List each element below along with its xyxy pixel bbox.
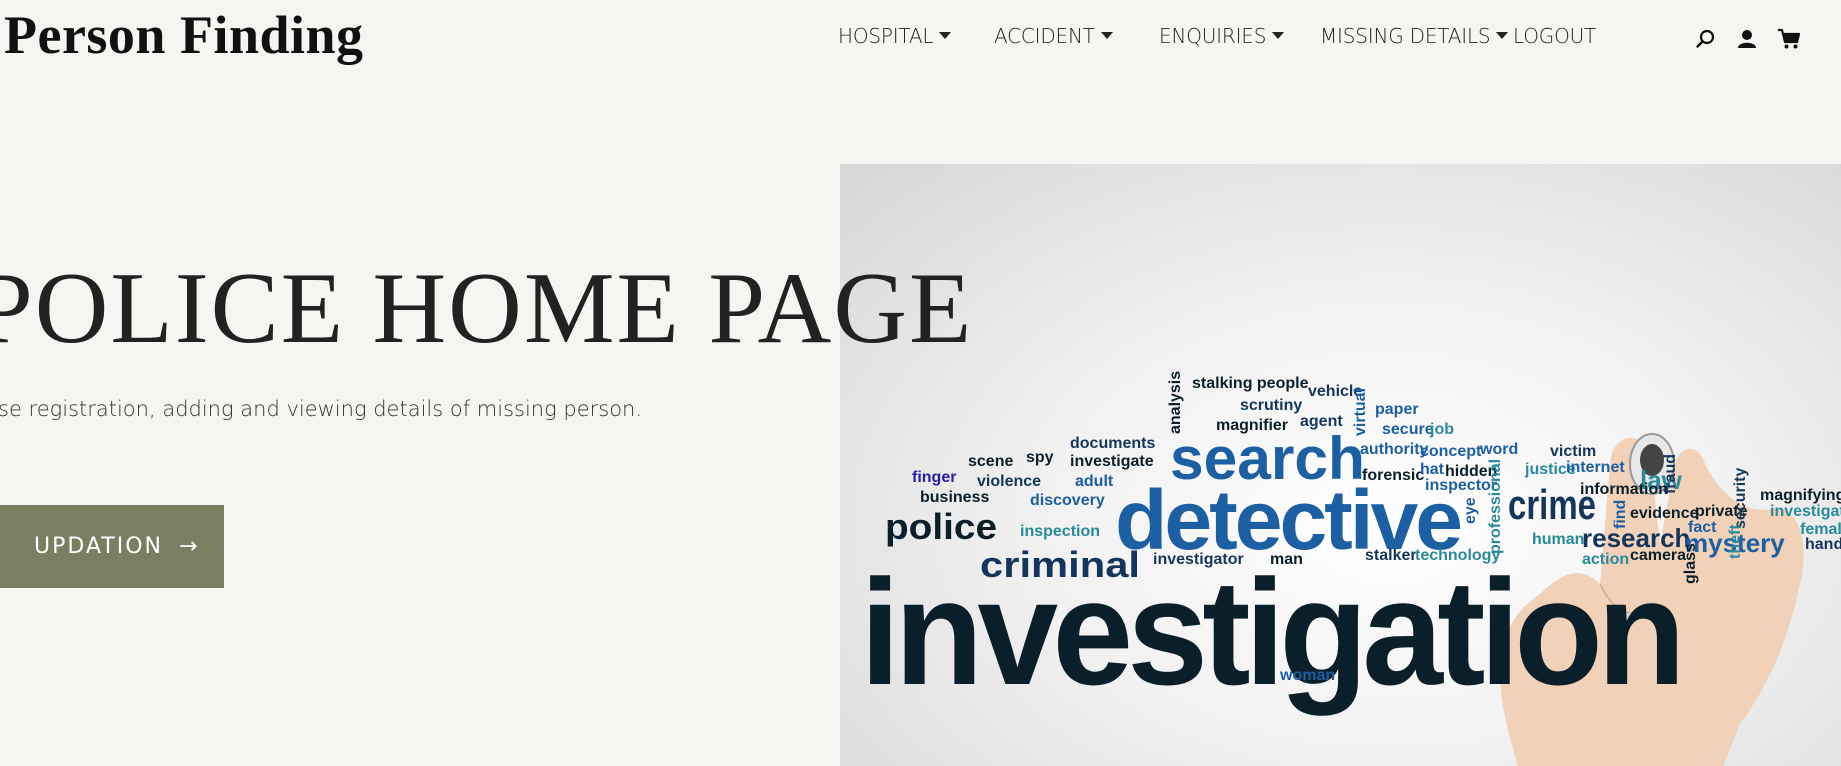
caret-down-icon [1496,31,1509,39]
svg-text:professional: professional [1487,459,1504,554]
svg-text:woman: woman [1279,667,1335,684]
svg-text:magnifier: magnifier [1216,417,1288,434]
search-icon[interactable] [1693,26,1719,52]
svg-text:word: word [1479,441,1518,458]
nav-enquiries-label: ENQUIRIES [1159,24,1267,48]
svg-text:human: human [1532,531,1584,548]
svg-text:documents: documents [1070,435,1155,452]
svg-text:finger: finger [912,469,956,486]
svg-text:criminal: criminal [980,544,1140,585]
svg-text:scene: scene [968,453,1013,470]
svg-text:discovery: discovery [1030,492,1105,509]
svg-text:spy: spy [1026,449,1054,466]
svg-text:analysis: analysis [1167,371,1184,434]
nav-missing-details-label: MISSING DETAILS [1320,24,1491,48]
svg-text:eye: eye [1462,497,1479,524]
arrow-right-icon: → [178,534,200,559]
svg-text:police: police [885,506,997,547]
nav-logout-label: LOGOUT [1513,24,1597,48]
svg-text:adult: adult [1075,473,1114,490]
cart-icon[interactable] [1776,26,1802,52]
svg-text:camera: camera [1630,547,1686,564]
svg-text:theft: theft [1727,524,1744,559]
svg-text:agent: agent [1300,413,1343,430]
svg-text:security: security [1732,468,1749,529]
main-nav: HOSPITAL ACCIDENT ENQUIRIES MISSING DETA… [0,24,1841,54]
svg-text:hand: hand [1805,536,1841,553]
svg-text:inspection: inspection [1020,523,1100,540]
nav-missing-details[interactable]: MISSING DETAILS [1320,24,1509,48]
nav-hospital[interactable]: HOSPITAL [838,24,952,48]
user-icon[interactable] [1734,26,1760,52]
nav-logout[interactable]: LOGOUT [1513,24,1596,48]
svg-text:scrutiny: scrutiny [1240,397,1302,414]
svg-text:stalker: stalker [1365,547,1417,564]
svg-text:find: find [1612,500,1629,529]
hero-subtitle: se registration, adding and viewing deta… [0,397,643,421]
svg-text:stalking people: stalking people [1192,375,1309,392]
nav-hospital-label: HOSPITAL [838,24,934,48]
svg-text:search: search [1170,425,1365,492]
svg-text:magnifying: magnifying [1760,487,1841,504]
svg-text:business: business [920,489,989,506]
svg-text:man: man [1270,551,1303,568]
svg-text:hat: hat [1420,461,1445,478]
nav-enquiries[interactable]: ENQUIRIES [1159,24,1285,48]
svg-text:fraud: fraud [1662,454,1679,494]
svg-text:glass: glass [1682,543,1699,584]
page-title: POLICE HOME PAGE [0,252,974,365]
updation-button[interactable]: UPDATION → [0,505,224,588]
svg-text:paper: paper [1375,401,1419,418]
svg-text:victim: victim [1550,443,1596,460]
svg-text:virtual: virtual [1352,388,1369,436]
svg-text:information: information [1580,481,1668,498]
svg-text:concept: concept [1420,443,1482,460]
svg-text:investigating: investigating [1770,503,1841,520]
svg-text:investigator: investigator [1153,551,1244,568]
nav-accident[interactable]: ACCIDENT [994,24,1113,48]
svg-text:secure: secure [1382,421,1434,438]
caret-down-icon [1272,31,1285,39]
svg-text:action: action [1582,551,1629,568]
svg-text:forensic: forensic [1362,467,1424,484]
updation-button-label: UPDATION [34,534,163,559]
svg-text:authority: authority [1360,441,1429,458]
svg-text:job: job [1429,421,1454,438]
svg-text:investigate: investigate [1070,453,1154,470]
caret-down-icon [939,31,952,39]
hero-word-cloud-image: investigation detective search crime cri… [840,164,1841,766]
caret-down-icon [1100,31,1113,39]
svg-text:violence: violence [977,473,1041,490]
nav-accident-label: ACCIDENT [994,24,1095,48]
svg-text:fact: fact [1688,519,1717,536]
svg-text:internet: internet [1566,459,1625,476]
